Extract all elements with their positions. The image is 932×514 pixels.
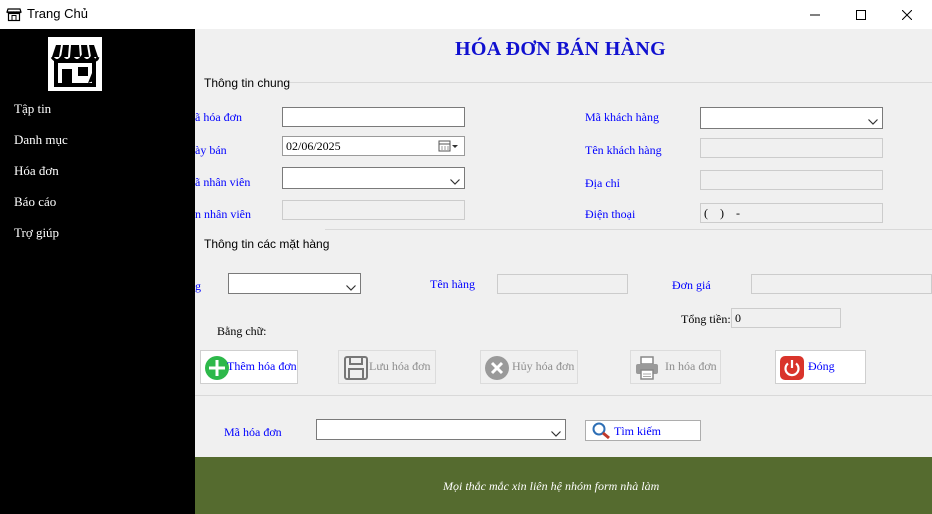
search-invoice-label: Mã hóa đơn (224, 425, 282, 439)
item-id-combobox[interactable] (228, 273, 361, 294)
sidebar-item-hoa-don[interactable]: Hóa đơn (14, 163, 59, 179)
group-title-general: Thông tin chung (204, 76, 291, 90)
group-divider (287, 82, 932, 83)
invoice-id-label: ã hóa đơn (195, 110, 242, 124)
customer-name-label: Tên khách hàng (585, 143, 662, 157)
search-icon (591, 422, 611, 444)
power-icon (779, 355, 805, 381)
sidebar-item-tro-giup[interactable]: Trợ giúp (14, 225, 59, 241)
maximize-button[interactable] (838, 0, 884, 29)
price-label: Đơn giá (672, 278, 711, 292)
cancel-invoice-button[interactable]: Hủy hóa đơn (480, 350, 578, 384)
employee-id-combobox[interactable] (282, 167, 465, 189)
page-title: HÓA ĐƠN BÁN HÀNG (455, 38, 666, 60)
window-title: Trang Chủ (27, 6, 88, 21)
employee-name-field[interactable] (282, 200, 465, 220)
item-name-label: Tên hàng (430, 277, 475, 291)
customer-name-field[interactable] (700, 138, 883, 158)
close-form-button[interactable]: Đóng (775, 350, 866, 384)
calendar-icon[interactable] (438, 140, 460, 156)
save-invoice-button[interactable]: Lưu hóa đơn (338, 350, 436, 384)
print-invoice-button[interactable]: In hóa đơn (630, 350, 721, 384)
maximize-icon (856, 9, 866, 20)
cancel-icon (484, 355, 510, 381)
minimize-icon (810, 10, 820, 20)
employee-id-label: ã nhân viên (195, 175, 251, 189)
store-icon (48, 37, 102, 91)
add-invoice-button[interactable]: Thêm hóa đơn (200, 350, 298, 384)
address-field[interactable] (700, 170, 883, 190)
price-field[interactable] (751, 274, 932, 294)
window-title-bar: Trang Chủ (0, 0, 932, 29)
customer-id-combobox[interactable] (700, 107, 883, 129)
phone-field[interactable]: ( ) - (700, 203, 883, 223)
printer-icon (634, 355, 660, 381)
chevron-down-icon (450, 174, 460, 189)
sidebar-item-danh-muc[interactable]: Danh mục (14, 132, 68, 148)
search-invoice-combobox[interactable] (316, 419, 566, 440)
save-icon (343, 355, 369, 381)
employee-name-label: n nhân viên (195, 207, 251, 221)
invoice-form: HÓA ĐƠN BÁN HÀNG Thông tin chung ã hóa đ… (195, 29, 932, 514)
total-field[interactable]: 0 (731, 308, 841, 328)
amount-in-words-label: Bằng chữ: (217, 324, 267, 338)
sidebar-item-tap-tin[interactable]: Tập tin (14, 101, 51, 117)
shop-icon (6, 6, 22, 22)
close-icon (902, 9, 912, 20)
item-name-field[interactable] (497, 274, 628, 294)
group-title-items: Thông tin các mặt hàng (204, 237, 330, 251)
footer-message: Mọi thắc mắc xin liên hệ nhóm form nhà l… (443, 479, 660, 493)
group-divider (325, 229, 932, 230)
invoice-id-field[interactable] (282, 107, 465, 127)
minimize-button[interactable] (792, 0, 838, 29)
phone-label: Điện thoại (585, 207, 636, 221)
total-label: Tổng tiền: (681, 312, 731, 326)
section-divider (195, 395, 932, 396)
sidebar-item-bao-cao[interactable]: Báo cáo (14, 194, 56, 210)
search-button[interactable]: Tìm kiếm (585, 420, 701, 441)
footer-banner: Mọi thắc mắc xin liên hệ nhóm form nhà l… (195, 457, 932, 514)
sale-date-label: ày bán (195, 143, 227, 157)
chevron-down-icon (868, 114, 878, 129)
sale-date-picker[interactable]: 02/06/2025 (282, 136, 465, 156)
address-label: Địa chỉ (585, 176, 620, 190)
item-id-label: g (195, 279, 201, 293)
chevron-down-icon (346, 280, 356, 295)
customer-id-label: Mã khách hàng (585, 110, 659, 124)
sidebar-menu: Tập tin Danh mục Hóa đơn Báo cáo Trợ giú… (0, 29, 195, 514)
close-window-button[interactable] (884, 0, 930, 29)
chevron-down-icon (551, 426, 561, 441)
